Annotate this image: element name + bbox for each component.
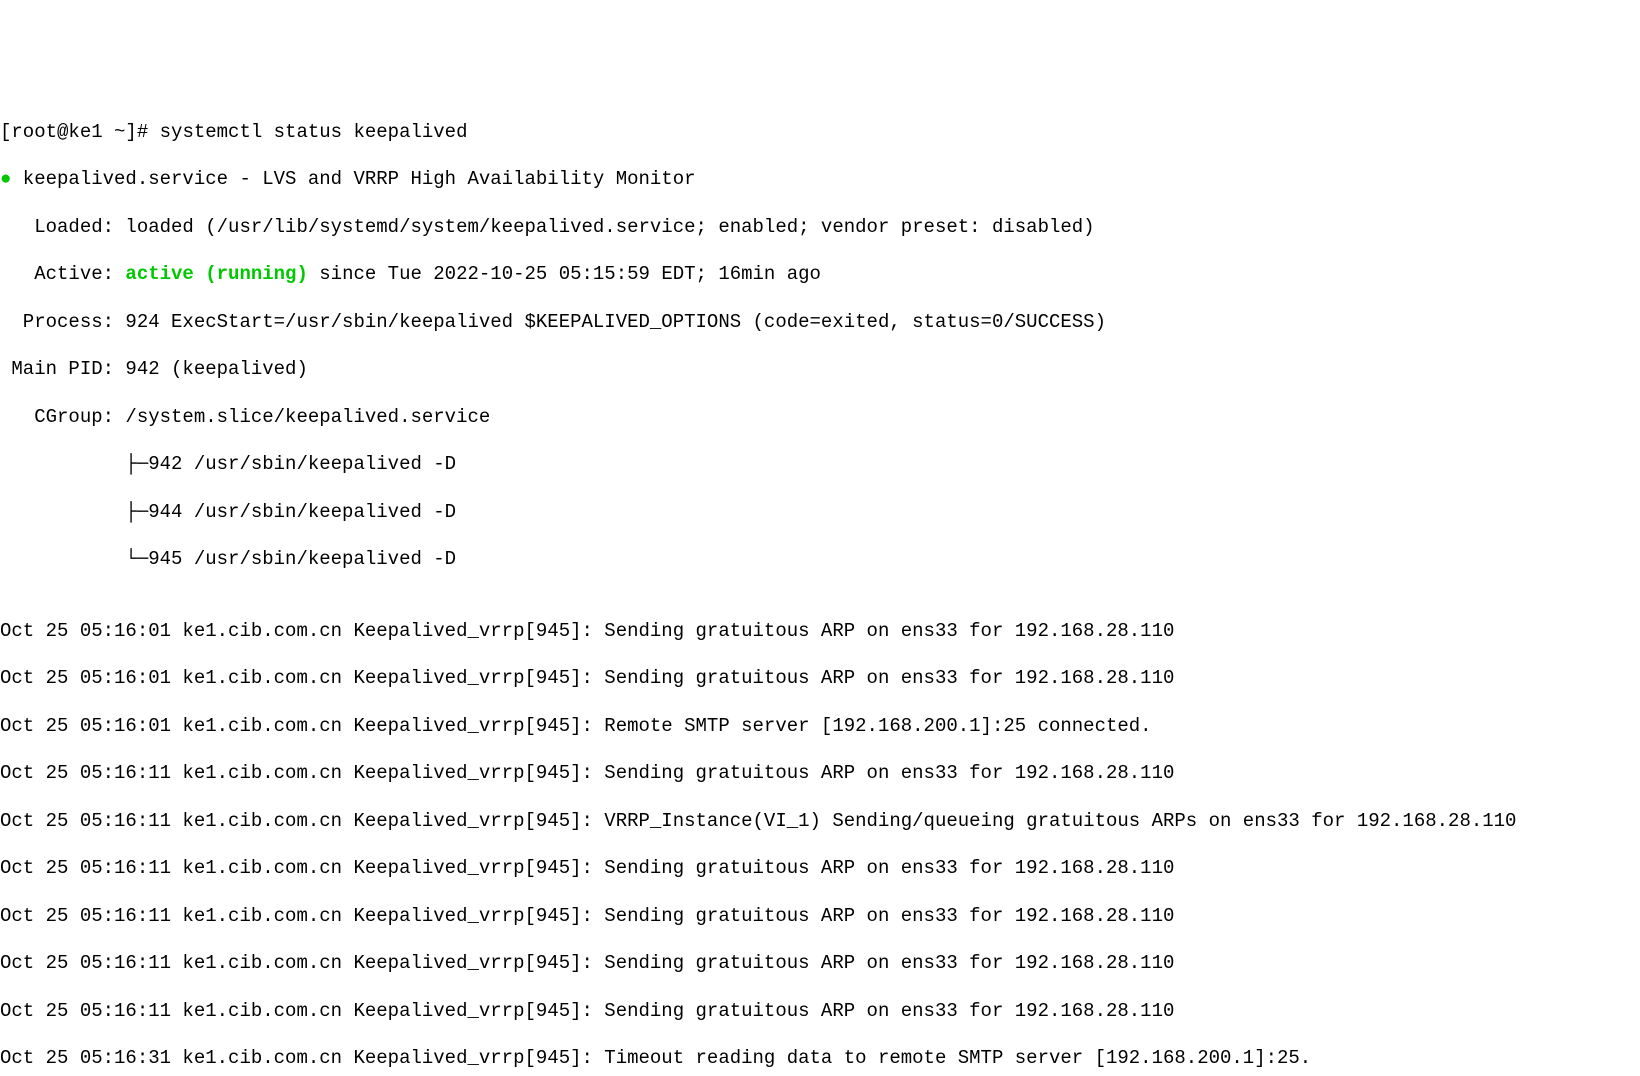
- log-line-7: Oct 25 05:16:11 ke1.cib.com.cn Keepalive…: [0, 905, 1640, 929]
- cgroup-child-1: ├─942 /usr/sbin/keepalived -D: [0, 453, 1640, 477]
- log-line-8: Oct 25 05:16:11 ke1.cib.com.cn Keepalive…: [0, 952, 1640, 976]
- active-since: since Tue 2022-10-25 05:15:59 EDT; 16min…: [308, 263, 821, 285]
- service-name-desc: keepalived.service - LVS and VRRP High A…: [11, 168, 695, 190]
- cgroup-line: CGroup: /system.slice/keepalived.service: [0, 406, 1640, 430]
- active-label: Active:: [0, 263, 125, 285]
- log-line-6: Oct 25 05:16:11 ke1.cib.com.cn Keepalive…: [0, 857, 1640, 881]
- main-pid-line: Main PID: 942 (keepalived): [0, 358, 1640, 382]
- log-line-4: Oct 25 05:16:11 ke1.cib.com.cn Keepalive…: [0, 762, 1640, 786]
- process-line: Process: 924 ExecStart=/usr/sbin/keepali…: [0, 311, 1640, 335]
- command-line: [root@ke1 ~]# systemctl status keepalive…: [0, 121, 1640, 145]
- service-header-line: ● keepalived.service - LVS and VRRP High…: [0, 168, 1640, 192]
- log-line-9: Oct 25 05:16:11 ke1.cib.com.cn Keepalive…: [0, 1000, 1640, 1024]
- shell-prompt: [root@ke1 ~]#: [0, 121, 160, 143]
- active-line: Active: active (running) since Tue 2022-…: [0, 263, 1640, 287]
- log-line-5: Oct 25 05:16:11 ke1.cib.com.cn Keepalive…: [0, 810, 1640, 834]
- log-line-3: Oct 25 05:16:01 ke1.cib.com.cn Keepalive…: [0, 715, 1640, 739]
- cgroup-child-2: ├─944 /usr/sbin/keepalived -D: [0, 501, 1640, 525]
- typed-command: systemctl status keepalived: [160, 121, 468, 143]
- log-line-2: Oct 25 05:16:01 ke1.cib.com.cn Keepalive…: [0, 667, 1640, 691]
- log-line-1: Oct 25 05:16:01 ke1.cib.com.cn Keepalive…: [0, 620, 1640, 644]
- active-state: active (running): [125, 263, 307, 285]
- cgroup-child-3: └─945 /usr/sbin/keepalived -D: [0, 548, 1640, 572]
- log-line-10: Oct 25 05:16:31 ke1.cib.com.cn Keepalive…: [0, 1047, 1640, 1071]
- loaded-line: Loaded: loaded (/usr/lib/systemd/system/…: [0, 216, 1640, 240]
- terminal-output[interactable]: [root@ke1 ~]# systemctl status keepalive…: [0, 95, 1640, 1076]
- status-dot-icon: ●: [0, 168, 11, 192]
